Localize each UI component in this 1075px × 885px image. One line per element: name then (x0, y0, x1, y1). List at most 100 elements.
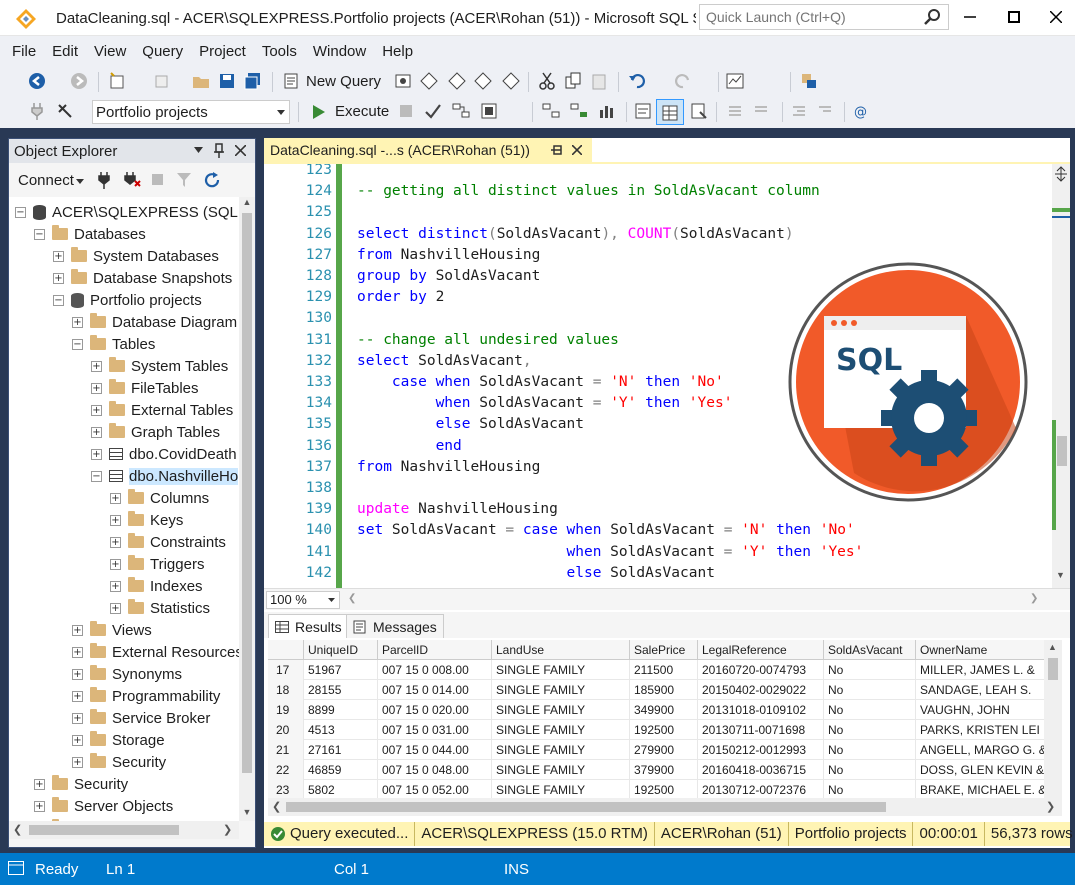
table-cell[interactable]: 007 15 0 048.00 (378, 760, 492, 780)
table-cell[interactable]: MILLER, JAMES L. & (916, 660, 1048, 680)
live-query-stats-icon[interactable] (570, 102, 588, 120)
collapse-icon[interactable]: − (53, 294, 64, 306)
tree-node[interactable]: + Service Broker (72, 707, 210, 729)
undo-icon[interactable] (628, 72, 646, 90)
search-icon[interactable] (924, 8, 942, 26)
connect-dropdown-icon[interactable] (76, 179, 84, 184)
row-number[interactable]: 22 (268, 760, 304, 780)
table-cell[interactable]: BRAKE, MICHAEL E. & (916, 780, 1048, 798)
tree-node[interactable]: + Synonyms (72, 663, 182, 685)
execute-button[interactable]: Execute (335, 103, 389, 120)
table-cell[interactable]: VAUGHN, JOHN (916, 700, 1048, 720)
expand-icon[interactable]: + (34, 778, 45, 790)
table-row[interactable]: 20 4513 007 15 0 031.00 SINGLE FAMILY 192500… (268, 720, 1048, 740)
expand-icon[interactable]: + (110, 580, 121, 592)
table-row[interactable]: 19 8899 007 15 0 020.00 SINGLE FAMILY 349900… (268, 700, 1048, 720)
xmla-query-icon[interactable] (474, 72, 492, 90)
tree-horizontal-scrollbar[interactable]: ❮ ❯ (9, 821, 239, 839)
tree-node[interactable]: + Database Diagram (72, 311, 237, 333)
row-number[interactable]: 18 (268, 680, 304, 700)
row-number[interactable]: 21 (268, 740, 304, 760)
tree-node[interactable]: + System Tables (91, 355, 228, 377)
collapse-icon[interactable]: − (72, 338, 83, 350)
table-cell[interactable]: 007 15 0 014.00 (378, 680, 492, 700)
table-cell[interactable]: No (824, 720, 916, 740)
table-row[interactable]: 17 51967 007 15 0 008.00 SINGLE FAMILY 21150… (268, 660, 1048, 680)
expand-icon[interactable]: + (91, 404, 102, 416)
menu-window[interactable]: Window (305, 43, 374, 60)
table-cell[interactable]: No (824, 780, 916, 798)
results-hscroll-thumb[interactable] (286, 802, 886, 812)
row-number-header[interactable] (268, 640, 304, 660)
menu-query[interactable]: Query (134, 43, 191, 60)
table-cell[interactable]: SINGLE FAMILY (492, 740, 630, 760)
forward-icon[interactable] (70, 72, 88, 90)
table-row[interactable]: 18 28155 007 15 0 014.00 SINGLE FAMILY 18590… (268, 680, 1048, 700)
copy-icon[interactable] (564, 72, 582, 90)
table-cell[interactable]: SINGLE FAMILY (492, 660, 630, 680)
table-cell[interactable]: SANDAGE, LEAH S. (916, 680, 1048, 700)
tree-node[interactable]: + Database Snapshots (53, 267, 232, 289)
table-cell[interactable]: 349900 (630, 700, 698, 720)
cut-icon[interactable] (538, 72, 556, 90)
minimize-button[interactable] (950, 4, 990, 30)
expand-icon[interactable]: + (110, 558, 121, 570)
tab-messages[interactable]: Messages (346, 614, 444, 638)
tree-node[interactable]: + Triggers (110, 553, 204, 575)
table-cell[interactable]: No (824, 700, 916, 720)
expand-icon[interactable]: + (53, 272, 64, 284)
tree-scroll-thumb[interactable] (242, 213, 252, 773)
close-window-button[interactable] (1036, 4, 1075, 30)
table-cell[interactable]: 5802 (304, 780, 378, 798)
tree-node[interactable]: + Statistics (110, 597, 210, 619)
tree-node[interactable]: + External Tables (91, 399, 233, 421)
pin-icon[interactable] (213, 143, 225, 159)
column-header[interactable]: ParcelID (378, 640, 492, 660)
change-connection-icon[interactable] (56, 102, 74, 120)
expand-icon[interactable]: + (34, 800, 45, 812)
table-cell[interactable]: SINGLE FAMILY (492, 680, 630, 700)
table-row[interactable]: 22 46859 007 15 0 048.00 SINGLE FAMILY 37990… (268, 760, 1048, 780)
new-project-icon[interactable] (108, 72, 126, 90)
table-cell[interactable]: 007 15 0 044.00 (378, 740, 492, 760)
expand-icon[interactable]: + (110, 492, 121, 504)
parse-check-icon[interactable] (424, 102, 442, 120)
tree-node[interactable]: + Columns (110, 487, 209, 509)
table-cell[interactable]: PARKS, KRISTEN LEI (916, 720, 1048, 740)
results-to-grid-toggle[interactable] (656, 99, 684, 125)
expand-icon[interactable]: + (110, 514, 121, 526)
disconnect-icon[interactable] (123, 171, 141, 189)
expand-icon[interactable]: + (72, 712, 83, 724)
table-cell[interactable]: 279900 (630, 740, 698, 760)
increase-indent-icon[interactable] (816, 102, 834, 120)
column-header[interactable]: LegalReference (698, 640, 824, 660)
tree-node[interactable]: + Views (72, 619, 152, 641)
expand-icon[interactable]: + (72, 668, 83, 680)
tree-node[interactable]: + Indexes (110, 575, 203, 597)
table-cell[interactable]: 185900 (630, 680, 698, 700)
uncomment-lines-icon[interactable] (752, 102, 770, 120)
table-cell[interactable]: SINGLE FAMILY (492, 700, 630, 720)
client-statistics-icon[interactable] (598, 102, 616, 120)
column-header[interactable]: OwnerName (916, 640, 1048, 660)
table-cell[interactable]: ANGELL, MARGO G. & (916, 740, 1048, 760)
expand-icon[interactable]: + (72, 316, 83, 328)
expand-icon[interactable]: + (91, 382, 102, 394)
table-cell[interactable]: 20150212-0012993 (698, 740, 824, 760)
column-header[interactable]: UniqueID (304, 640, 378, 660)
table-cell[interactable]: No (824, 760, 916, 780)
object-explorer-toolbar-icon[interactable] (800, 72, 818, 90)
column-header[interactable]: LandUse (492, 640, 630, 660)
menu-help[interactable]: Help (374, 43, 421, 60)
table-cell[interactable]: SINGLE FAMILY (492, 780, 630, 798)
quick-launch[interactable] (699, 4, 949, 30)
available-databases-select[interactable]: Portfolio projects (92, 100, 290, 124)
code-vertical-scrollbar[interactable]: ▼ (1052, 164, 1070, 588)
tree-node[interactable]: + dbo.CovidDeath (91, 443, 237, 465)
document-tab[interactable]: DataCleaning.sql -...s (ACER\Rohan (51)) (264, 138, 592, 162)
tab-overflow-icon[interactable] (1054, 148, 1064, 154)
table-cell[interactable]: 192500 (630, 720, 698, 740)
table-cell[interactable]: SINGLE FAMILY (492, 760, 630, 780)
execute-play-icon[interactable] (312, 104, 326, 120)
tree-node[interactable]: + Programmability (72, 685, 220, 707)
